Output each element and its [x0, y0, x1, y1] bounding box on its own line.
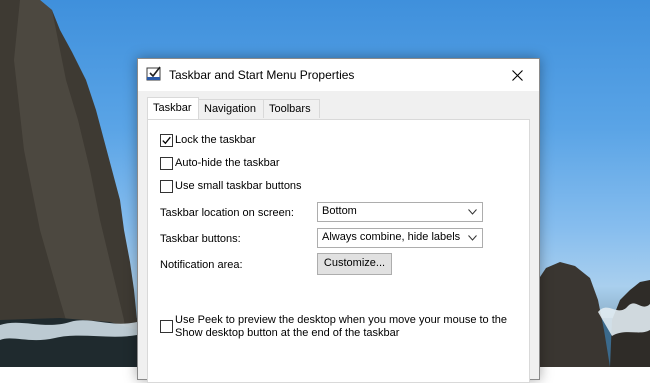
buttons-dropdown[interactable]: Always combine, hide labels	[317, 228, 483, 248]
lock-taskbar-label[interactable]: Lock the taskbar	[175, 134, 256, 146]
auto-hide-label[interactable]: Auto-hide the taskbar	[175, 157, 280, 169]
notification-label: Notification area:	[160, 259, 243, 271]
auto-hide-checkbox[interactable]	[160, 157, 173, 170]
small-buttons-label[interactable]: Use small taskbar buttons	[175, 180, 302, 192]
location-label: Taskbar location on screen:	[160, 207, 294, 219]
small-buttons-checkbox[interactable]	[160, 180, 173, 193]
customize-button-label: Customize...	[323, 257, 386, 269]
close-button[interactable]	[495, 59, 539, 91]
tab-navigation[interactable]: Navigation	[198, 99, 264, 118]
lock-taskbar-checkbox[interactable]	[160, 134, 173, 147]
buttons-label: Taskbar buttons:	[160, 233, 241, 245]
peek-label-line2[interactable]: Show desktop button at the end of the ta…	[175, 327, 399, 339]
chevron-down-icon	[468, 235, 477, 241]
location-value: Bottom	[322, 205, 357, 217]
peek-label-line1[interactable]: Use Peek to preview the desktop when you…	[175, 314, 507, 326]
dialog-title: Taskbar and Start Menu Properties	[169, 68, 355, 82]
location-dropdown[interactable]: Bottom	[317, 202, 483, 222]
close-icon	[511, 69, 523, 81]
taskbar-properties-dialog: Taskbar and Start Menu Properties Taskba…	[137, 58, 540, 383]
taskbar-tab-panel: Lock the taskbar Auto-hide the taskbar U…	[147, 119, 530, 383]
customize-button[interactable]: Customize...	[317, 253, 392, 275]
checkmark-icon	[162, 136, 171, 145]
chevron-down-icon	[468, 209, 477, 215]
tab-toolbars[interactable]: Toolbars	[263, 99, 320, 118]
peek-checkbox[interactable]	[160, 320, 173, 333]
taskbar-properties-icon	[146, 66, 161, 81]
buttons-value: Always combine, hide labels	[322, 231, 461, 243]
title-bar[interactable]: Taskbar and Start Menu Properties	[138, 59, 539, 91]
tab-taskbar[interactable]: Taskbar	[147, 97, 199, 119]
